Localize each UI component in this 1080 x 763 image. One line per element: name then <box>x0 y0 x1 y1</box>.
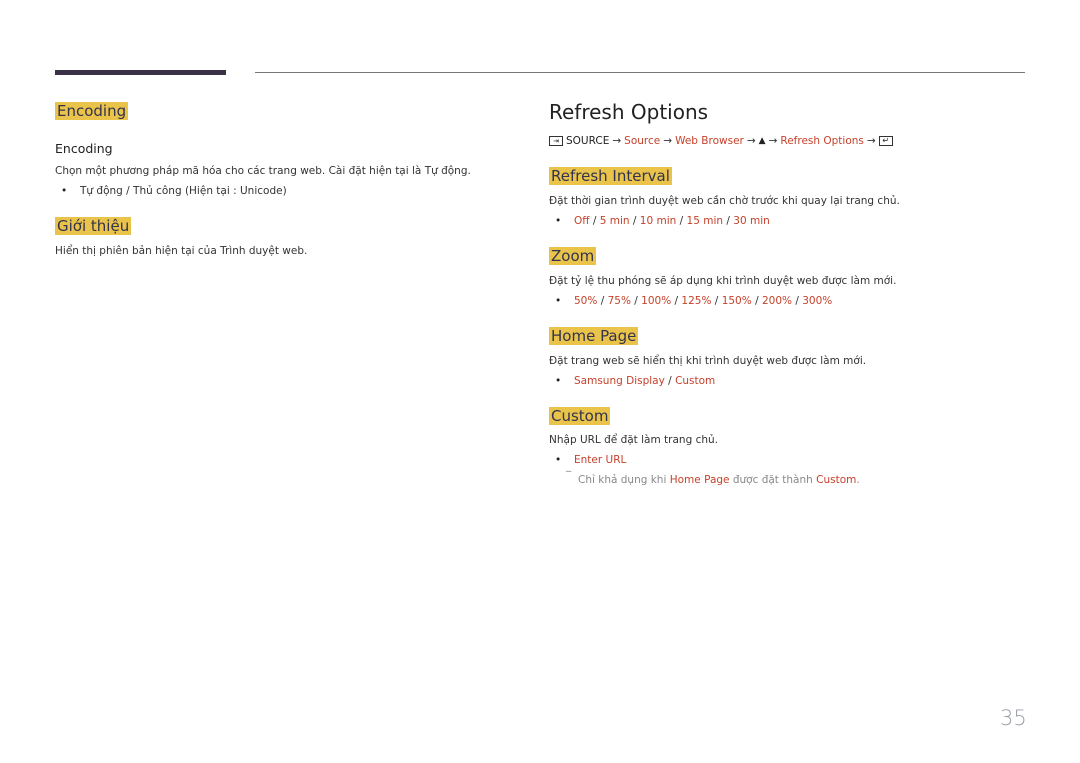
option-enter-url: Enter URL <box>574 454 627 466</box>
note-suffix: . <box>856 474 860 486</box>
separator: / <box>674 295 679 307</box>
header-rule <box>255 72 1025 73</box>
home-page-heading-text: Home Page <box>549 327 639 345</box>
option-200: 200% <box>761 295 792 307</box>
custom-description: Nhập URL để đặt làm trang chủ. <box>549 434 1029 446</box>
custom-heading-text: Custom <box>549 407 611 425</box>
arrow-icon: → <box>746 135 756 147</box>
home-page-options: Samsung Display / Custom <box>549 375 1029 387</box>
note-icon: ‾ <box>566 470 572 482</box>
about-description-text: Hiển thị phiên bản hiện tại của Trình du… <box>55 245 308 257</box>
separator: / <box>592 215 597 227</box>
encoding-description-text: Chọn một phương pháp mã hóa cho các tran… <box>55 165 471 177</box>
separator: / <box>755 295 759 307</box>
encoding-heading: Encoding <box>55 101 129 120</box>
option-10-min: 10 min <box>639 215 677 227</box>
page-number: 35 <box>1000 706 1027 730</box>
separator: / <box>600 295 605 307</box>
source-icon: ⇥ <box>549 136 563 146</box>
custom-heading: Custom <box>549 406 611 425</box>
note-middle: được đặt thành <box>732 474 813 486</box>
separator: / <box>714 295 719 307</box>
option-300: 300% <box>802 295 833 307</box>
option-50: 50% <box>574 295 598 307</box>
home-page-heading: Home Page <box>549 326 639 345</box>
nav-step-source: Source <box>624 135 661 147</box>
separator: / <box>726 215 730 227</box>
note-ref-home-page: Home Page <box>669 474 730 486</box>
zoom-options: 50% / 75% / 100% / 125% / 150% / 200% / … <box>549 295 1029 307</box>
encoding-subheading-text: Encoding <box>55 141 113 156</box>
home-page-description-text: Đặt trang web sẽ hiển thị khi trình duyệ… <box>549 355 867 367</box>
custom-option: Enter URL <box>549 454 1029 466</box>
option-5-min: 5 min <box>599 215 630 227</box>
page-title-text: Refresh Options <box>549 100 709 124</box>
note-ref-custom: Custom <box>816 474 857 486</box>
nav-path: ⇥ SOURCE → Source → Web Browser → ▲ → Re… <box>549 135 893 147</box>
page-title: Refresh Options <box>549 100 708 124</box>
option-30-min: 30 min <box>733 215 770 227</box>
option-samsung-display: Samsung Display <box>574 375 665 387</box>
encoding-description: Chọn một phương pháp mã hóa cho các tran… <box>55 165 515 177</box>
refresh-interval-description-text: Đặt thời gian trình duyệt web cần chờ tr… <box>549 195 900 207</box>
encoding-subheading: Encoding <box>55 141 113 156</box>
separator: / <box>668 375 672 387</box>
nav-step-refresh-options: Refresh Options <box>780 135 864 147</box>
zoom-heading: Zoom <box>549 246 597 265</box>
separator: / <box>679 215 684 227</box>
separator: / <box>634 295 638 307</box>
about-heading-text: Giới thiệu <box>55 217 132 235</box>
about-heading: Giới thiệu <box>55 216 132 235</box>
enter-icon: ↵ <box>878 136 893 146</box>
option-75: 75% <box>607 295 631 307</box>
custom-note: ‾ Chỉ khả dụng khi Home Page được đặt th… <box>549 470 1029 486</box>
arrow-icon: → <box>866 135 876 147</box>
separator: / <box>632 215 637 227</box>
option-100: 100% <box>641 295 672 307</box>
about-description: Hiển thị phiên bản hiện tại của Trình du… <box>55 245 515 257</box>
arrow-icon: → <box>768 135 778 147</box>
arrow-icon: → <box>612 135 622 147</box>
option-150: 150% <box>721 295 752 307</box>
refresh-interval-heading-text: Refresh Interval <box>549 167 672 185</box>
up-arrow-icon: ▲ <box>758 136 766 146</box>
zoom-heading-text: Zoom <box>549 247 597 265</box>
zoom-description-text: Đặt tỷ lệ thu phóng sẽ áp dụng khi trình… <box>549 275 897 287</box>
zoom-description: Đặt tỷ lệ thu phóng sẽ áp dụng khi trình… <box>549 275 1029 287</box>
arrow-icon: → <box>663 135 673 147</box>
refresh-interval-heading: Refresh Interval <box>549 166 672 185</box>
refresh-interval-options: Off / 5 min / 10 min / 15 min / 30 min <box>549 215 1029 227</box>
header-accent-bar <box>55 70 226 75</box>
separator: / <box>795 295 799 307</box>
home-page-description: Đặt trang web sẽ hiển thị khi trình duyệ… <box>549 355 1029 367</box>
option-15-min: 15 min <box>686 215 724 227</box>
encoding-options-text: Tự động / Thủ công (Hiện tại : Unicode) <box>55 185 515 197</box>
option-125: 125% <box>681 295 712 307</box>
option-off: Off <box>574 215 590 227</box>
nav-source-label: SOURCE <box>566 135 610 147</box>
encoding-heading-text: Encoding <box>55 102 129 120</box>
refresh-interval-description: Đặt thời gian trình duyệt web cần chờ tr… <box>549 195 1029 207</box>
note-prefix: Chỉ khả dụng khi <box>578 474 667 486</box>
custom-description-text: Nhập URL để đặt làm trang chủ. <box>549 434 718 446</box>
encoding-bullet: Tự động / Thủ công (Hiện tại : Unicode) <box>55 185 515 197</box>
nav-step-web-browser: Web Browser <box>675 135 744 147</box>
option-custom: Custom <box>675 375 716 387</box>
